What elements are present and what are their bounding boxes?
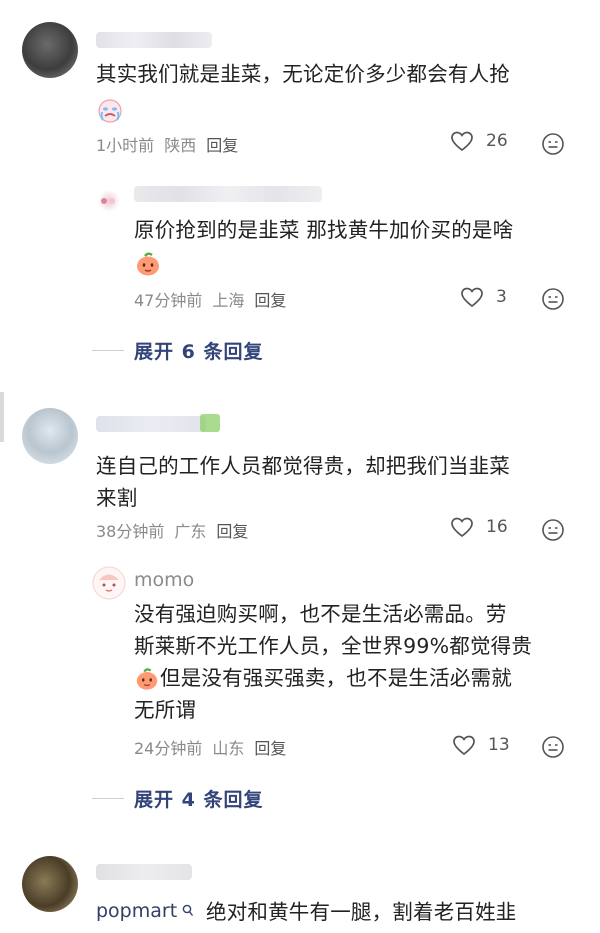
avatar[interactable] [22,856,78,912]
comment-text: 绝对和黄牛有一腿，割着老百姓韭 [206,900,517,924]
username-blurred[interactable] [96,864,192,880]
reply-target-username[interactable]: popmart [96,900,177,922]
comment-3: popmart 绝对和黄牛有一腿，割着老百姓韭 [0,0,600,933]
search-icon [182,904,194,916]
